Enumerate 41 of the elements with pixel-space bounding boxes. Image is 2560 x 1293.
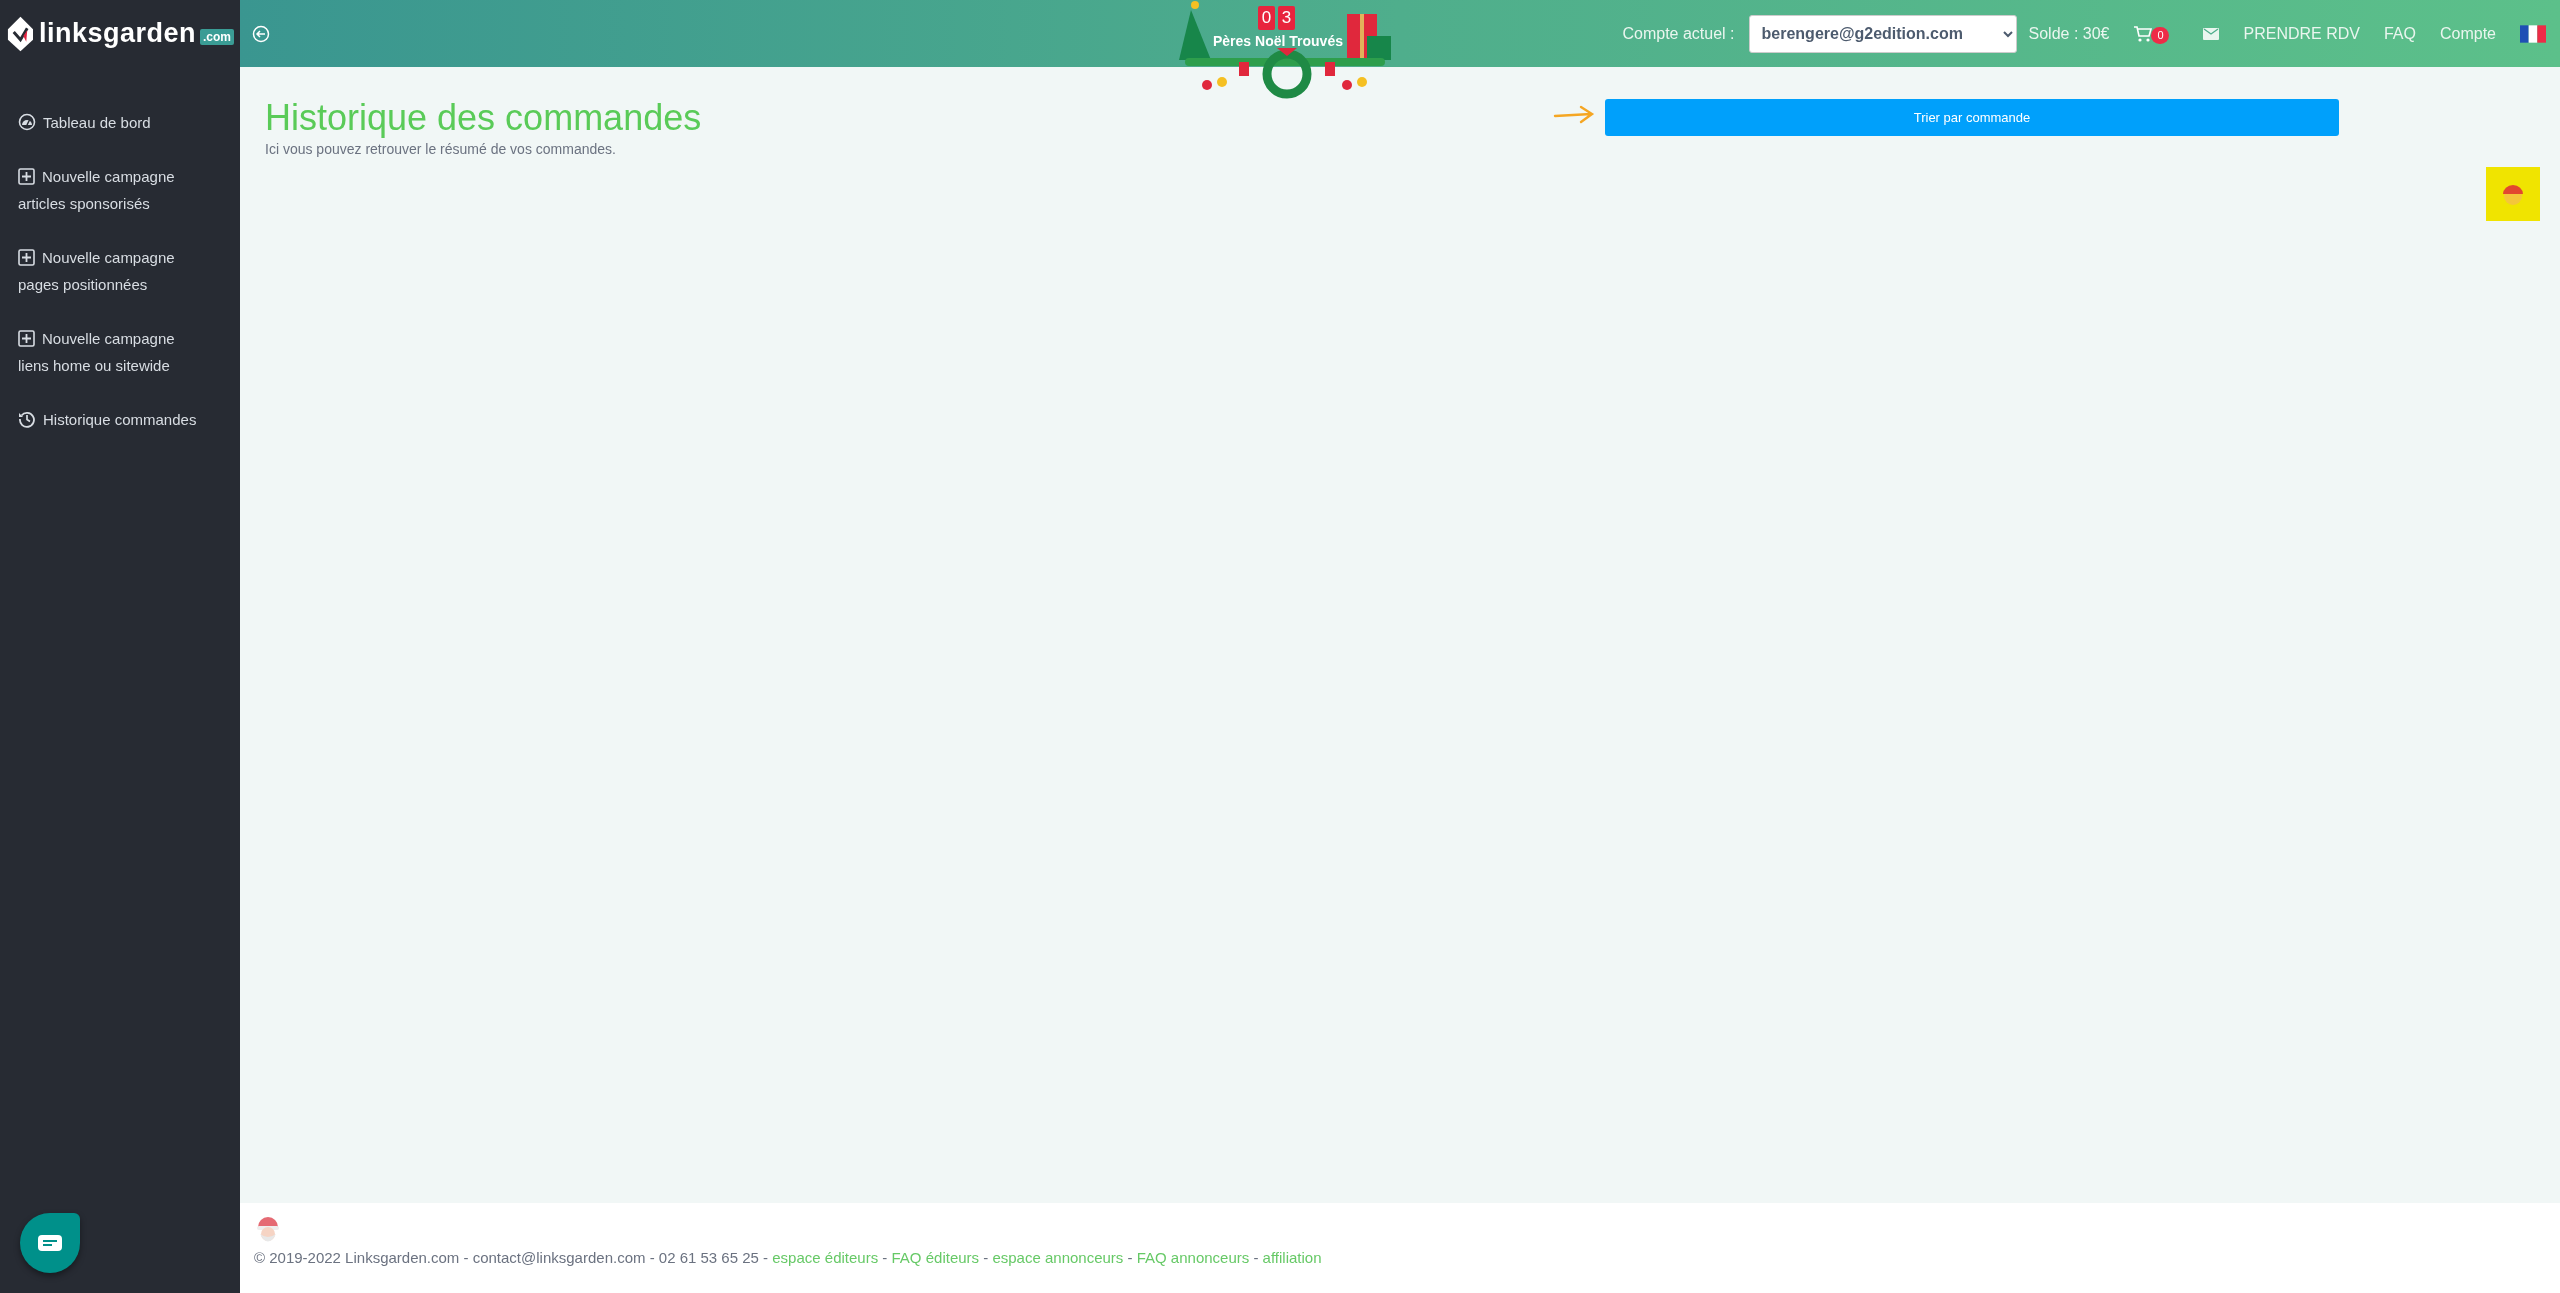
nav-link[interactable]: FAQ	[2383, 24, 2416, 43]
footer-text: © 2019-2022 Linksgarden.com - contact@linksgarden.com - 02 61 53 65 25 - espace éditeurs - FAQ éditeurs - espace annonceurs - FAQ annonceurs - affiliation	[254, 1249, 1323, 1266]
french-flag-icon[interactable]	[2520, 24, 2546, 43]
page-title: Historique des commandes	[265, 97, 702, 139]
sidebar-item[interactable]: Nouvelle campagne liens home ou sitewide	[0, 325, 240, 379]
chat-button[interactable]	[20, 1213, 80, 1273]
sort-button[interactable]: Trier par commande	[1605, 99, 2339, 136]
account-label: Compte actuel :	[1622, 24, 1735, 43]
plus-square-icon	[18, 168, 35, 185]
page-subtitle: Ici vous pouvez retrouver le résumé de vos commandes.	[265, 141, 617, 157]
cart-button[interactable]: 0	[2133, 21, 2172, 46]
sidebar-item[interactable]: Nouvelle campagne articles sponsorisés	[0, 163, 240, 217]
footer-link[interactable]: affiliation	[1262, 1249, 1322, 1266]
cart-count-badge: 0	[2151, 26, 2170, 44]
banner-title: Pères Noël Trouvés	[1213, 33, 1343, 49]
account-select[interactable]: berengere@g2edition.com	[1748, 14, 2017, 53]
dashboard-icon	[18, 113, 36, 131]
cart-icon	[2133, 24, 2154, 43]
mail-button[interactable]	[2203, 27, 2220, 40]
domain-badge: .com	[200, 28, 234, 45]
sidebar-item[interactable]: Historique commandes	[0, 406, 240, 433]
sidebar-item[interactable]: Tableau de bord	[0, 109, 240, 136]
balance-text: Solde : 30€	[2028, 24, 2110, 43]
chat-icon	[38, 1235, 62, 1251]
plus-square-icon	[18, 330, 35, 347]
santa-widget-button[interactable]	[2486, 167, 2540, 221]
counter-digit: 3	[1278, 6, 1295, 30]
footer-link[interactable]: FAQ annonceurs	[1136, 1249, 1250, 1266]
logo-text: linksgarden	[38, 18, 196, 49]
footer-link[interactable]: espace annonceurs	[992, 1249, 1124, 1266]
plus-square-icon	[18, 249, 35, 266]
nav-link[interactable]: PRENDRE RDV	[2243, 24, 2360, 43]
footer-link[interactable]: FAQ éditeurs	[891, 1249, 980, 1266]
nav-link[interactable]: Compte	[2439, 24, 2496, 43]
footer-link[interactable]: espace éditeurs	[772, 1249, 879, 1266]
arrow-right-icon	[1553, 105, 1595, 125]
history-icon	[18, 410, 36, 428]
back-button[interactable]	[252, 24, 270, 43]
sidebar-item[interactable]: Nouvelle campagne pages positionnées	[0, 244, 240, 298]
envelope-icon	[2203, 27, 2220, 40]
counter-digit: 0	[1258, 6, 1275, 30]
